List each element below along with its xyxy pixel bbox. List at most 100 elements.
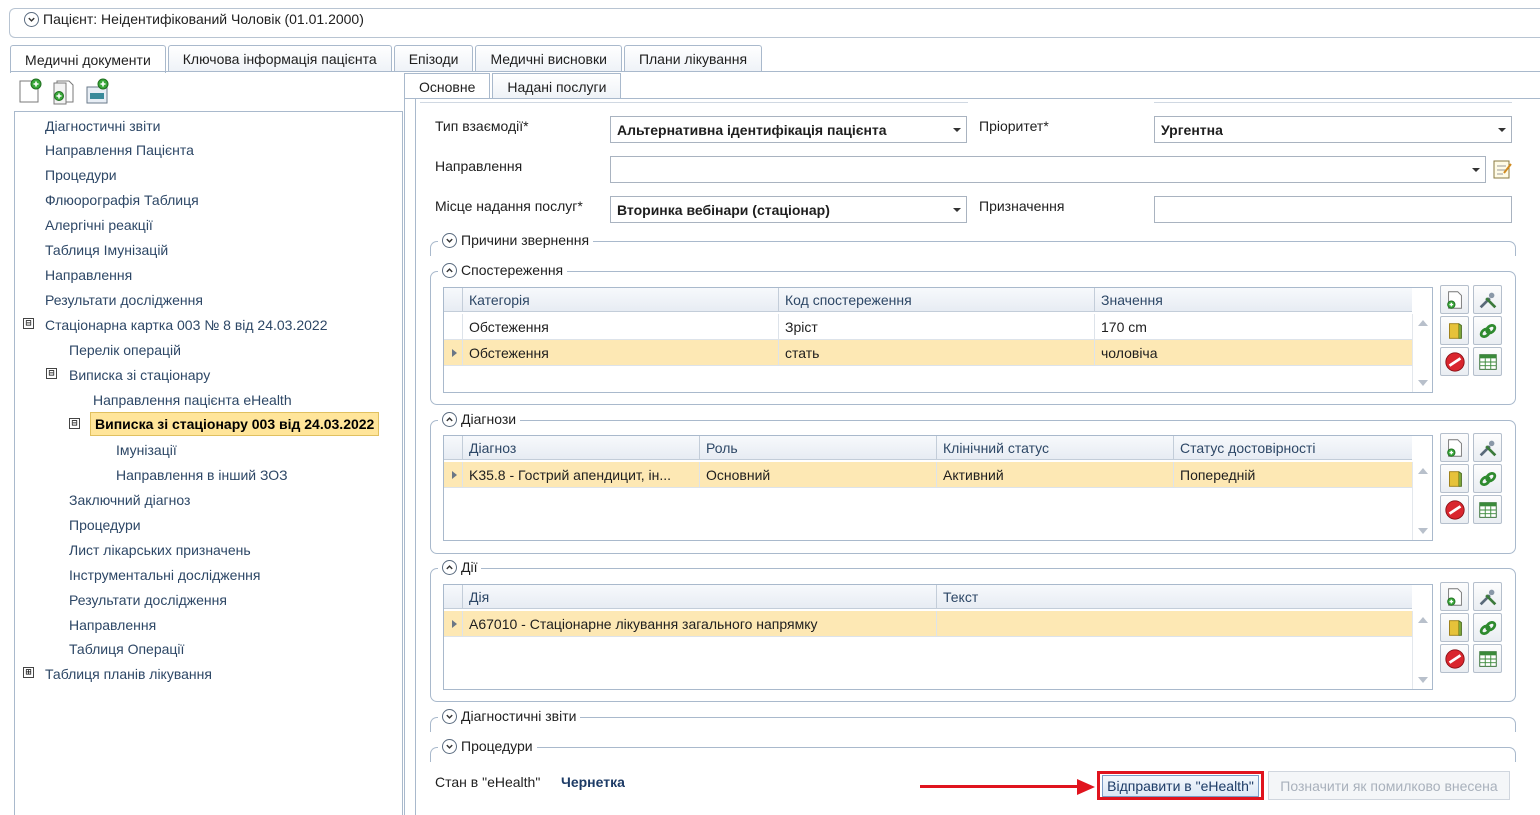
procedures-group-title: Процедури	[461, 738, 533, 754]
add-row-icon[interactable]	[1440, 582, 1469, 611]
column-header[interactable]: Роль	[699, 436, 936, 460]
expand-icon[interactable]: ⊞	[23, 667, 34, 678]
column-header[interactable]: Текст	[936, 585, 1412, 609]
book-icon[interactable]	[1440, 316, 1469, 345]
tree-item[interactable]: Результати дослідження	[45, 288, 203, 312]
tools-icon[interactable]	[1473, 285, 1502, 314]
tree-item[interactable]: Таблиця Операції	[69, 637, 184, 661]
column-header[interactable]: Категорія	[462, 288, 778, 312]
column-header[interactable]: Значення	[1094, 288, 1410, 312]
table-cell: 170 cm	[1094, 314, 1412, 340]
tree-item[interactable]: Флюорографія Таблиця	[45, 188, 199, 212]
export-grid-icon[interactable]	[1473, 495, 1502, 524]
chevron-down-icon[interactable]	[24, 11, 39, 27]
place-select[interactable]: Вторинка вебінари (стаціонар)	[610, 196, 967, 223]
scroll-down-icon[interactable]	[1418, 677, 1428, 683]
tree-item[interactable]: Заключний діагноз	[69, 488, 190, 512]
tree-item[interactable]: Направлення в інший ЗОЗ	[116, 463, 288, 487]
interaction-type-value: Альтернативна ідентифікація пацієнта	[617, 121, 887, 138]
chevron-down-icon[interactable]	[442, 738, 457, 754]
table-row[interactable]: K35.8 - Гострий апендицит, ін... Основни…	[444, 462, 1412, 488]
link-icon[interactable]	[1473, 613, 1502, 642]
collapse-icon[interactable]: ⊟	[69, 418, 80, 429]
tree-item[interactable]: Процедури	[45, 163, 117, 187]
interaction-type-select[interactable]: Альтернативна ідентифікація пацієнта	[610, 116, 967, 143]
column-header[interactable]: Клінічний статус	[936, 436, 1173, 460]
link-icon[interactable]	[1473, 464, 1502, 493]
tab-key-info[interactable]: Ключова інформація пацієнта	[167, 45, 392, 72]
tools-icon[interactable]	[1473, 582, 1502, 611]
send-to-ehealth-button[interactable]: Відправити в "eHealth"	[1097, 771, 1264, 800]
tree-item[interactable]: Стаціонарна картка 003 № 8 від 24.03.202…	[45, 313, 328, 337]
edit-note-icon[interactable]	[1490, 157, 1514, 181]
tree-item[interactable]: Алергічні реакції	[45, 213, 153, 237]
tree-item-selected[interactable]: Виписка зі стаціонару 003 від 24.03.2022	[90, 412, 380, 436]
delete-icon[interactable]	[1440, 644, 1469, 673]
tree-item[interactable]: Таблиця планів лікування	[45, 662, 212, 686]
scroll-up-icon[interactable]	[1418, 320, 1428, 326]
book-icon[interactable]	[1440, 464, 1469, 493]
table-cell: Активний	[936, 462, 1173, 488]
tools-icon[interactable]	[1473, 433, 1502, 462]
tree-item[interactable]: Виписка зі стаціонару	[69, 363, 210, 387]
tree-item[interactable]: Направлення Пацієнта	[45, 138, 194, 162]
tree-item[interactable]: Лист лікарських призначень	[69, 538, 251, 562]
scroll-up-icon[interactable]	[1418, 468, 1428, 474]
tab-provided-services[interactable]: Надані послуги	[492, 73, 622, 99]
table-row[interactable]: A67010 - Стаціонарне лікування загальног…	[444, 611, 1412, 637]
chevron-up-icon[interactable]	[442, 411, 457, 427]
collapse-icon[interactable]: ⊟	[46, 368, 57, 379]
tree-item[interactable]: Результати дослідження	[69, 588, 227, 612]
tree-item[interactable]: Направлення	[45, 263, 132, 287]
column-header[interactable]: Діагноз	[462, 436, 699, 460]
chevron-up-icon[interactable]	[442, 559, 457, 575]
tree-item[interactable]: Інструментальні дослідження	[69, 563, 260, 587]
export-grid-icon[interactable]	[1473, 644, 1502, 673]
tab-episodes[interactable]: Епізоди	[393, 45, 474, 72]
add-document-icon[interactable]	[50, 78, 77, 105]
tree-item[interactable]: Перелік операцій	[69, 338, 181, 362]
priority-select[interactable]: Ургентна	[1154, 116, 1512, 143]
delete-icon[interactable]	[1440, 347, 1469, 376]
tab-main[interactable]: Основне	[404, 73, 491, 99]
scroll-up-icon[interactable]	[1418, 617, 1428, 623]
chevron-down-icon[interactable]	[442, 232, 457, 248]
add-row-icon[interactable]	[1440, 285, 1469, 314]
link-icon[interactable]	[1473, 316, 1502, 345]
chevron-up-icon[interactable]	[442, 262, 457, 278]
patient-title: Пацієнт: Неідентифікований Чоловік (01.0…	[43, 11, 364, 27]
tab-medical-conclusions[interactable]: Медичні висновки	[475, 45, 622, 72]
column-header[interactable]: Дія	[462, 585, 936, 609]
observations-group-title: Спостереження	[461, 262, 564, 278]
tab-medical-documents[interactable]: Медичні документи	[10, 45, 166, 73]
add-row-icon[interactable]	[1440, 433, 1469, 462]
referral-select[interactable]	[610, 156, 1486, 183]
tree-item[interactable]: Таблиця Імунізацій	[45, 238, 168, 262]
delete-icon[interactable]	[1440, 495, 1469, 524]
grid-scrollbar[interactable]	[1412, 462, 1432, 540]
chevron-down-icon[interactable]	[442, 708, 457, 724]
column-header[interactable]: Статус достовірності	[1173, 436, 1412, 460]
scroll-down-icon[interactable]	[1418, 528, 1428, 534]
collapse-icon[interactable]: ⊟	[23, 318, 34, 329]
book-icon[interactable]	[1440, 613, 1469, 642]
table-cell: Обстеження	[462, 340, 778, 366]
tree-item[interactable]: Направлення пацієнта eHealth	[93, 388, 292, 412]
new-document-icon[interactable]	[16, 78, 43, 105]
tree-item[interactable]: Процедури	[69, 513, 141, 537]
grid-scrollbar[interactable]	[1412, 611, 1432, 689]
tab-treatment-plans[interactable]: Плани лікування	[623, 45, 763, 72]
table-row[interactable]: Обстеження Зріст 170 cm	[444, 314, 1412, 340]
tree-item[interactable]: Імунізації	[116, 438, 177, 462]
tree-item[interactable]: Діагностичні звіти	[45, 114, 160, 138]
purpose-input[interactable]	[1154, 196, 1512, 223]
export-grid-icon[interactable]	[1473, 347, 1502, 376]
column-header[interactable]: Код спостереження	[778, 288, 1094, 312]
observations-tools	[1440, 285, 1504, 376]
table-row[interactable]: Обстеження стать чоловіча	[444, 340, 1412, 366]
add-record-icon[interactable]	[84, 78, 111, 105]
scroll-down-icon[interactable]	[1418, 380, 1428, 386]
grid-scrollbar[interactable]	[1412, 314, 1432, 392]
tree-item[interactable]: Направлення	[69, 613, 156, 637]
place-label: Місце надання послуг*	[435, 198, 583, 214]
